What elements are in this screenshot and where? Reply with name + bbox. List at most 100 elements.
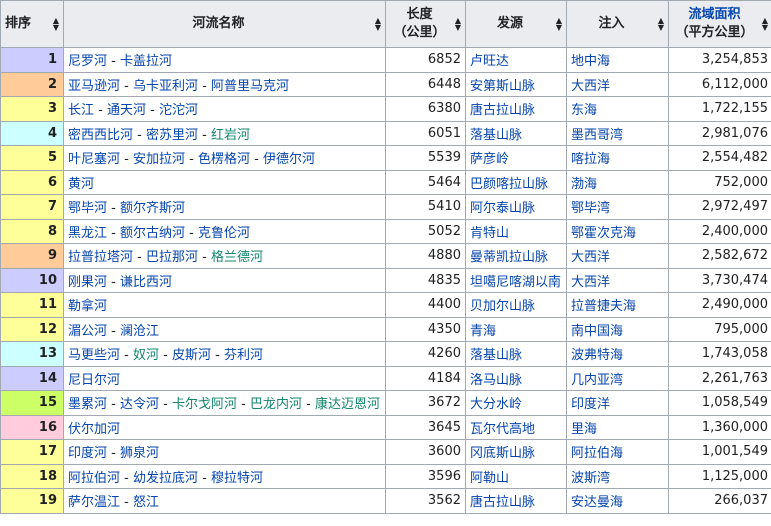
river-link[interactable]: 黄河 [68, 177, 94, 192]
river-link[interactable]: 皮斯河 [172, 348, 211, 363]
source-link[interactable]: 洛马山脉 [470, 373, 522, 388]
river-link[interactable]: 阿拉伯河 [68, 471, 120, 486]
source-link[interactable]: 阿尔泰山脉 [470, 201, 535, 216]
river-link[interactable]: 刚果河 [68, 275, 107, 290]
outflow-link[interactable]: 印度洋 [571, 397, 610, 412]
river-link[interactable]: 黑龙江 [68, 226, 107, 241]
river-link[interactable]: 康达迈恩河 [315, 397, 380, 412]
column-header-name[interactable]: 河流名称 ▲ ▼ [63, 0, 386, 48]
river-link[interactable]: 谦比西河 [120, 275, 172, 290]
river-link[interactable]: 长江 [68, 103, 94, 118]
river-link[interactable]: 墨累河 [68, 397, 107, 412]
river-link[interactable]: 密西西比河 [68, 128, 133, 143]
river-link[interactable]: 卡尔戈阿河 [172, 397, 237, 412]
column-header-rank[interactable]: 排序 ▲ ▼ [0, 0, 64, 48]
sort-icon[interactable]: ▲ ▼ [53, 17, 59, 32]
source-link[interactable]: 大分水岭 [470, 397, 522, 412]
river-link[interactable]: 印度河 [68, 446, 107, 461]
outflow-link[interactable]: 南中国海 [571, 324, 623, 339]
river-link[interactable]: 幼发拉底河 [133, 471, 198, 486]
outflow-link[interactable]: 里海 [571, 422, 597, 437]
table-row: 17 印度河 - 狮泉河 3600 冈底斯山脉 阿拉伯海 1,001,549 [0, 439, 771, 465]
source-link[interactable]: 曼蒂凯拉山脉 [470, 250, 548, 265]
outflow-link[interactable]: 鄂毕湾 [571, 201, 610, 216]
outflow-link[interactable]: 东海 [571, 103, 597, 118]
river-link[interactable]: 穆拉特河 [211, 471, 263, 486]
river-link[interactable]: 卡盖拉河 [120, 54, 172, 69]
river-link[interactable]: 芬利河 [224, 348, 263, 363]
river-link[interactable]: 色楞格河 [198, 152, 250, 167]
river-link[interactable]: 狮泉河 [120, 446, 159, 461]
outflow-link[interactable]: 安达曼海 [571, 495, 623, 510]
river-link[interactable]: 拉普拉塔河 [68, 250, 133, 265]
river-link[interactable]: 湄公河 [68, 324, 107, 339]
river-link[interactable]: 尼日尔河 [68, 373, 120, 388]
outflow-link[interactable]: 大西洋 [571, 275, 610, 290]
river-link[interactable]: 沱沱河 [159, 103, 198, 118]
river-link[interactable]: 巴龙内河 [250, 397, 302, 412]
river-link[interactable]: 怒江 [133, 495, 159, 510]
source-link[interactable]: 安第斯山脉 [470, 79, 535, 94]
river-link[interactable]: 伏尔加河 [68, 422, 120, 437]
river-link[interactable]: 阿普里马克河 [211, 79, 289, 94]
outflow-link[interactable]: 喀拉海 [571, 152, 610, 167]
source-link[interactable]: 青海 [470, 324, 496, 339]
sort-icon[interactable]: ▲ ▼ [375, 17, 381, 32]
table-row: 15 墨累河 - 达令河 - 卡尔戈阿河 - 巴龙内河 - 康达迈恩河 3672 大分… [0, 390, 771, 416]
source-link[interactable]: 坦噶尼喀湖以南 [470, 275, 561, 290]
column-header-length[interactable]: 长度 （公里） ▲ ▼ [385, 0, 466, 48]
column-header-outflow[interactable]: 注入 ▲ ▼ [566, 0, 669, 48]
outflow-link[interactable]: 阿拉伯海 [571, 446, 623, 461]
river-link[interactable]: 亚马逊河 [68, 79, 120, 94]
source-link[interactable]: 唐古拉山脉 [470, 103, 535, 118]
outflow-link[interactable]: 波斯湾 [571, 471, 610, 486]
source-link[interactable]: 落基山脉 [470, 128, 522, 143]
river-link[interactable]: 额尔齐斯河 [120, 201, 185, 216]
source-link[interactable]: 瓦尔代高地 [470, 422, 535, 437]
river-link[interactable]: 达令河 [120, 397, 159, 412]
sort-icon[interactable]: ▲ ▼ [556, 17, 562, 32]
river-link[interactable]: 萨尔温江 [68, 495, 120, 510]
river-link[interactable]: 尼罗河 [68, 54, 107, 69]
sort-icon[interactable]: ▲ ▼ [658, 17, 664, 32]
source-link[interactable]: 落基山脉 [470, 348, 522, 363]
river-link[interactable]: 澜沧江 [120, 324, 159, 339]
source-link[interactable]: 贝加尔山脉 [470, 299, 535, 314]
column-header-area-label[interactable]: 流域面积 [673, 6, 756, 24]
river-link[interactable]: 乌卡亚利河 [133, 79, 198, 94]
river-link[interactable]: 勒拿河 [68, 299, 107, 314]
source-link[interactable]: 卢旺达 [470, 54, 509, 69]
outflow-link[interactable]: 鄂霍次克海 [571, 226, 636, 241]
outflow-link[interactable]: 几内亚湾 [571, 373, 623, 388]
source-link[interactable]: 冈底斯山脉 [470, 446, 535, 461]
river-link[interactable]: 伊德尔河 [263, 152, 315, 167]
sort-icon[interactable]: ▲ ▼ [455, 17, 461, 32]
river-link[interactable]: 格兰德河 [211, 250, 263, 265]
river-link[interactable]: 巴拉那河 [146, 250, 198, 265]
outflow-link[interactable]: 墨西哥湾 [571, 128, 623, 143]
outflow-link[interactable]: 大西洋 [571, 250, 610, 265]
outflow-link[interactable]: 渤海 [571, 177, 597, 192]
outflow-link[interactable]: 拉普捷夫海 [571, 299, 636, 314]
river-link[interactable]: 马更些河 [68, 348, 120, 363]
source-link[interactable]: 肯特山 [470, 226, 509, 241]
sort-icon[interactable]: ▲ ▼ [762, 17, 768, 32]
source-link[interactable]: 巴颜喀拉山脉 [470, 177, 548, 192]
source-link[interactable]: 阿勒山 [470, 471, 509, 486]
river-link[interactable]: 密苏里河 [146, 128, 198, 143]
source-link[interactable]: 萨彦岭 [470, 152, 509, 167]
column-header-area[interactable]: 流域面积 （平方公里） ▲ ▼ [668, 0, 771, 48]
river-link[interactable]: 叶尼塞河 [68, 152, 120, 167]
outflow-link[interactable]: 地中海 [571, 54, 610, 69]
column-header-source[interactable]: 发源 ▲ ▼ [465, 0, 567, 48]
river-link[interactable]: 奴河 [133, 348, 159, 363]
source-link[interactable]: 唐古拉山脉 [470, 495, 535, 510]
river-link[interactable]: 通天河 [107, 103, 146, 118]
river-link[interactable]: 红岩河 [211, 128, 250, 143]
river-link[interactable]: 克鲁伦河 [198, 226, 250, 241]
river-link[interactable]: 安加拉河 [133, 152, 185, 167]
outflow-link[interactable]: 波弗特海 [571, 348, 623, 363]
river-link[interactable]: 鄂毕河 [68, 201, 107, 216]
outflow-link[interactable]: 大西洋 [571, 79, 610, 94]
river-link[interactable]: 额尔古纳河 [120, 226, 185, 241]
